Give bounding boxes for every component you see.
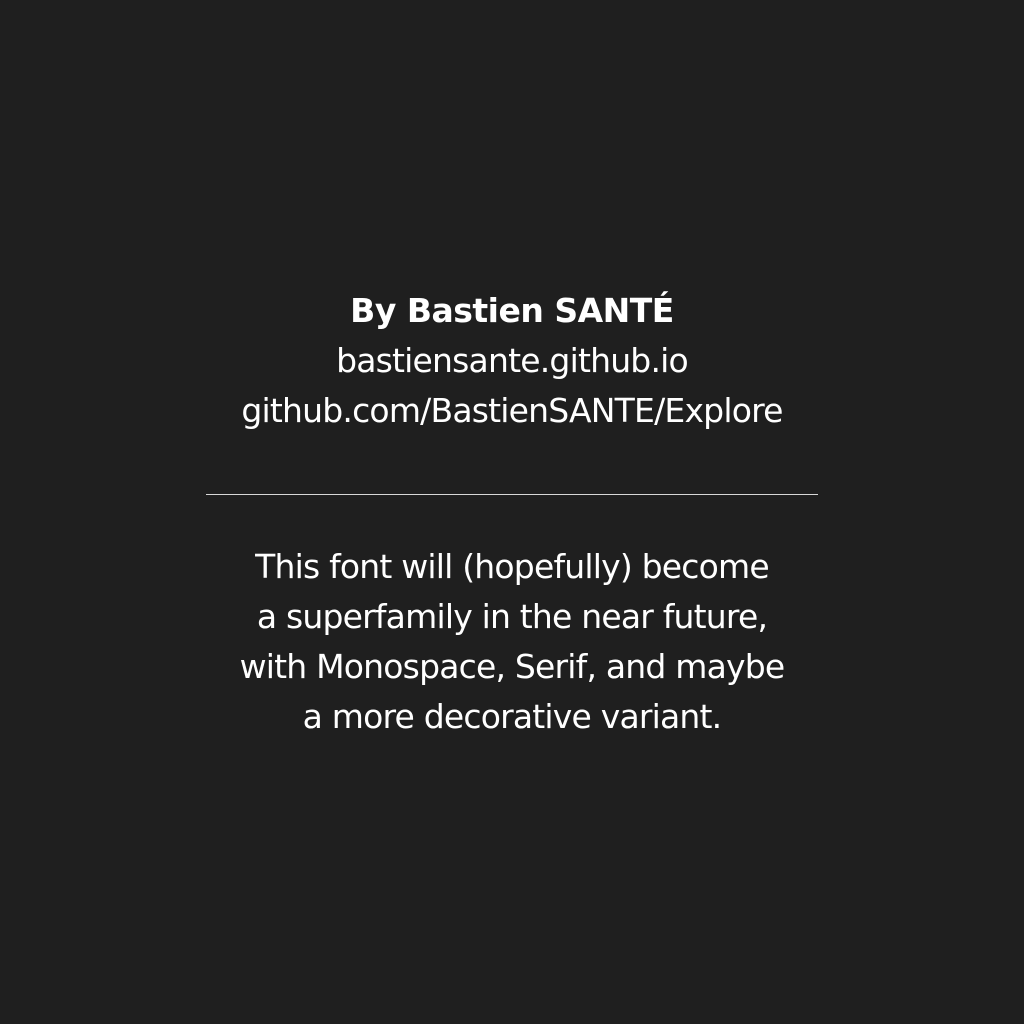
description-line: with Monospace, Serif, and maybe xyxy=(239,647,786,686)
repository-link[interactable]: github.com/BastienSANTE/Explore xyxy=(0,386,1024,436)
description-line: a more decorative variant. xyxy=(302,697,723,736)
description-line: This font will (hopefully) become xyxy=(255,547,769,586)
website-link[interactable]: bastiensante.github.io xyxy=(0,336,1024,386)
description-block: This font will (hopefully) become a supe… xyxy=(0,542,1024,742)
description-line: a superfamily in the near future, xyxy=(256,597,768,636)
author-name: By Bastien SANTÉ xyxy=(350,291,674,330)
divider-line xyxy=(206,494,818,495)
font-specimen-page: By Bastien SANTÉ bastiensante.github.io … xyxy=(0,0,1024,1024)
credits-block: By Bastien SANTÉ bastiensante.github.io … xyxy=(0,286,1024,436)
